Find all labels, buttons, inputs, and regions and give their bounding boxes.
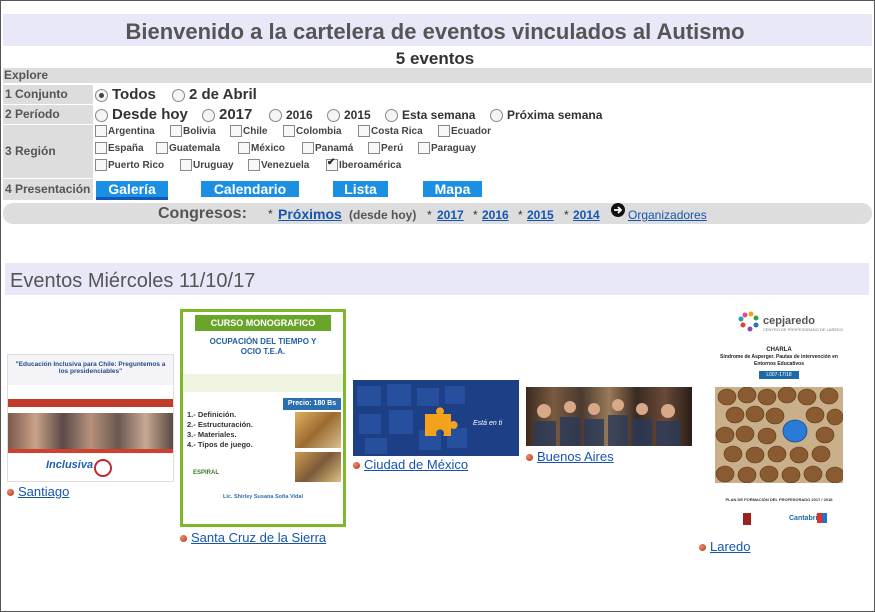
star-separator: * [564, 208, 569, 222]
checkbox-icon[interactable] [238, 142, 250, 154]
event-poster-buenos-aires[interactable] [526, 387, 692, 446]
bullet-icon [180, 535, 187, 542]
radio-icon[interactable] [269, 109, 282, 123]
event-link-laredo[interactable]: Laredo [710, 539, 750, 554]
view-mapa-button[interactable]: Mapa [423, 181, 482, 197]
checkbox-icon[interactable] [95, 159, 107, 171]
checkbox-icon[interactable] [170, 125, 182, 137]
arrow-right-circle-icon[interactable] [611, 203, 625, 217]
periodo-option-2016[interactable]: 2016 [269, 108, 313, 123]
region-label: 3 Región [5, 144, 56, 158]
checkbox-icon[interactable] [438, 125, 450, 137]
view-calendario-button[interactable]: Calendario [201, 181, 299, 197]
periodo-option-2015[interactable]: 2015 [327, 108, 371, 123]
periodo-label-cell: 2 Período [3, 105, 93, 124]
star-separator: * [268, 207, 273, 221]
radio-icon[interactable] [95, 88, 108, 102]
desde-hoy-note: (desde hoy) [349, 208, 417, 222]
event-count: 5 eventos [395, 49, 475, 68]
checkbox-icon[interactable] [418, 142, 430, 154]
radio-icon[interactable] [327, 109, 340, 123]
presentacion-label: 4 Presentación [5, 182, 91, 196]
congresos-2017-link[interactable]: 2017 [437, 208, 464, 222]
region-chile[interactable]: Chile [230, 125, 267, 137]
checkbox-icon[interactable] [95, 142, 107, 154]
congresos-2014-link[interactable]: 2014 [573, 208, 600, 222]
region-espana[interactable]: España [95, 142, 144, 154]
star-separator: * [473, 208, 478, 222]
conjunto-option-2-abril[interactable]: 2 de Abril [172, 86, 257, 103]
congresos-label: Congresos: [158, 205, 247, 222]
region-mexico[interactable]: México [238, 142, 285, 154]
event-poster-santiago[interactable]: "Educación Inclusiva para Chile: Pregunt… [7, 354, 174, 482]
radio-icon[interactable] [385, 109, 398, 123]
region-paraguay[interactable]: Paraguay [418, 142, 476, 154]
checkbox-icon[interactable] [230, 125, 242, 137]
checkbox-icon[interactable] [368, 142, 380, 154]
organizadores-link[interactable]: Organizadores [628, 208, 707, 222]
periodo-option-esta-semana[interactable]: Esta semana [385, 108, 475, 123]
congresos-proximos-link[interactable]: Próximos [278, 206, 342, 222]
checkbox-checked-icon[interactable] [326, 157, 338, 171]
view-lista-button[interactable]: Lista [333, 181, 388, 197]
periodo-option-proxima-semana[interactable]: Próxima semana [490, 108, 602, 123]
checkbox-icon[interactable] [302, 142, 314, 154]
region-costa-rica[interactable]: Costa Rica [358, 125, 423, 137]
conjunto-option-todos[interactable]: Todos [95, 86, 156, 103]
presentacion-label-cell: 4 Presentación [3, 179, 93, 200]
checkbox-icon[interactable] [283, 125, 295, 137]
region-argentina[interactable]: Argentina [95, 125, 155, 137]
radio-icon[interactable] [95, 108, 108, 122]
region-uruguay[interactable]: Uruguay [180, 159, 234, 171]
region-colombia[interactable]: Colombia [283, 125, 342, 137]
congresos-2016-link[interactable]: 2016 [482, 208, 509, 222]
event-link-ciudad-de-mexico[interactable]: Ciudad de México [364, 457, 468, 472]
region-bolivia[interactable]: Bolivia [170, 125, 216, 137]
event-link-santiago[interactable]: Santiago [18, 484, 69, 499]
explore-bar: Explore [3, 68, 872, 83]
region-peru[interactable]: Perú [368, 142, 403, 154]
periodo-option-desde-hoy[interactable]: Desde hoy [95, 106, 188, 123]
periodo-label: 2 Período [5, 107, 60, 121]
region-venezuela[interactable]: Venezuela [248, 159, 309, 171]
bullet-icon [7, 489, 14, 496]
radio-icon[interactable] [490, 109, 503, 123]
star-separator: * [427, 208, 432, 222]
radio-icon[interactable] [202, 108, 215, 122]
region-puerto-rico[interactable]: Puerto Rico [95, 159, 164, 171]
star-separator: * [518, 208, 523, 222]
page-title: Bienvenido a la cartelera de eventos vin… [125, 19, 745, 44]
event-link-buenos-aires[interactable]: Buenos Aires [537, 449, 614, 464]
checkbox-icon[interactable] [95, 125, 107, 137]
event-link-santa-cruz[interactable]: Santa Cruz de la Sierra [191, 530, 326, 545]
event-poster-laredo[interactable]: cepjaredo CENTRO DE PROFESORADO DE LARED… [709, 307, 849, 539]
checkbox-icon[interactable] [180, 159, 192, 171]
region-panama[interactable]: Panamá [302, 142, 353, 154]
view-galeria-button[interactable]: Galería [96, 181, 168, 200]
checkbox-icon[interactable] [358, 125, 370, 137]
bullet-icon [353, 462, 360, 469]
region-iberoamerica[interactable]: Iberoamérica [326, 157, 401, 171]
events-heading: Eventos Miércoles 11/10/17 [10, 270, 256, 292]
event-poster-ciudad-de-mexico[interactable]: Está en ti [353, 380, 519, 456]
conjunto-label: 1 Conjunto [5, 87, 68, 101]
periodo-option-2017[interactable]: 2017 [202, 106, 252, 123]
checkbox-icon[interactable] [156, 142, 168, 154]
bullet-icon [699, 544, 706, 551]
event-poster-santa-cruz[interactable]: CURSO MONOGRAFICO OCUPACIÓN DEL TIEMPO Y… [180, 309, 346, 527]
checkbox-icon[interactable] [248, 159, 260, 171]
explore-label: Explore [4, 68, 49, 82]
region-guatemala[interactable]: Guatemala [156, 142, 220, 154]
radio-icon[interactable] [172, 88, 185, 102]
congresos-2015-link[interactable]: 2015 [527, 208, 554, 222]
conjunto-label-cell: 1 Conjunto [3, 85, 93, 104]
region-label-cell: 3 Región [3, 125, 93, 178]
bullet-icon [526, 454, 533, 461]
region-ecuador[interactable]: Ecuador [438, 125, 491, 137]
